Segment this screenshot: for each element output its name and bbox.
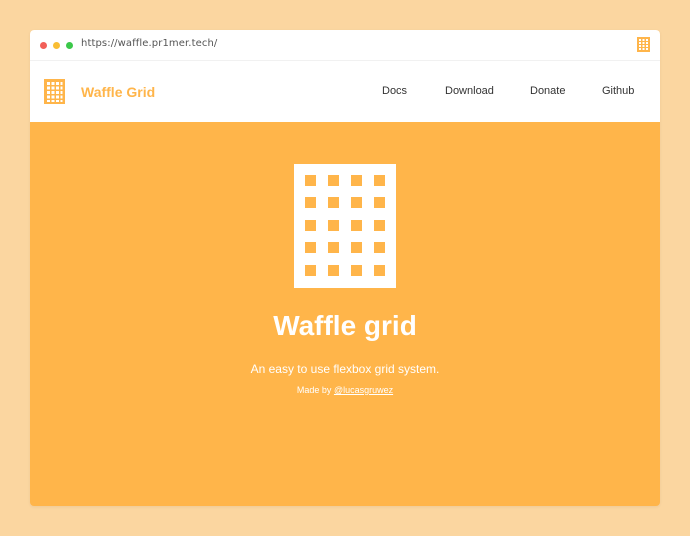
nav-link-docs[interactable]: Docs <box>382 85 407 97</box>
site-navbar: Waffle Grid Docs Download Donate Github <box>30 61 660 122</box>
hero-title: Waffle grid <box>273 310 417 341</box>
brand-name-link[interactable]: Waffle Grid <box>81 84 155 100</box>
close-window-dot[interactable] <box>40 42 47 49</box>
waffle-grid-icon <box>294 164 396 288</box>
address-bar-url[interactable]: https://waffle.pr1mer.tech/ <box>81 38 217 49</box>
hero-subtitle: An easy to use flexbox grid system. <box>250 362 440 376</box>
waffle-grid-icon <box>637 37 650 52</box>
browser-window: https://waffle.pr1mer.tech/ Waffle Grid … <box>30 30 660 506</box>
browser-chrome: https://waffle.pr1mer.tech/ <box>30 30 660 61</box>
hero-credit: Made by @lucasgruwez <box>30 385 660 395</box>
waffle-grid-icon[interactable] <box>44 79 65 104</box>
credit-prefix: Made by <box>296 385 332 395</box>
nav-link-github[interactable]: Github <box>602 85 634 97</box>
minimize-window-dot[interactable] <box>53 42 60 49</box>
nav-link-donate[interactable]: Donate <box>530 85 565 97</box>
nav-link-download[interactable]: Download <box>445 85 494 97</box>
author-link[interactable]: @lucasgruwez <box>334 385 393 395</box>
maximize-window-dot[interactable] <box>66 42 73 49</box>
